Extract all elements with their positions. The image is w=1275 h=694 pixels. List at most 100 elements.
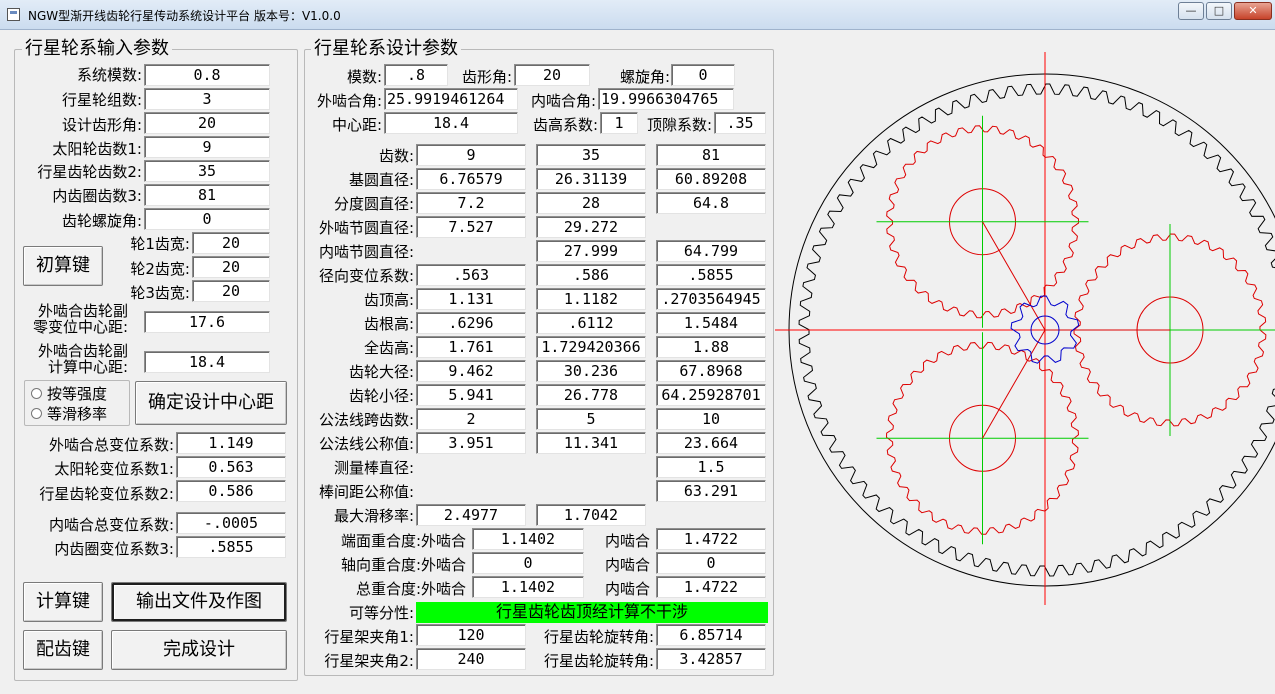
row-value-gear2[interactable]: .6112 bbox=[536, 312, 646, 334]
angle-input[interactable]: 20 bbox=[144, 112, 270, 134]
row-value-gear3[interactable]: 1.88 bbox=[656, 336, 766, 358]
row-value-gear1[interactable]: 1.131 bbox=[416, 288, 526, 310]
init-calc-button[interactable]: 初算键 bbox=[23, 246, 103, 286]
row-value-gear2[interactable]: 26.31139 bbox=[536, 168, 646, 190]
sun-shift-input[interactable]: 0.563 bbox=[176, 456, 286, 478]
contact-ext-label: 总重合度:外啮合 bbox=[355, 580, 466, 598]
zero-cd-label: 外啮合齿轮副 零变位中心距: bbox=[32, 302, 128, 336]
row-value-gear3[interactable]: .2703564945 bbox=[656, 288, 766, 310]
carrier1-field[interactable]: 120 bbox=[416, 624, 526, 646]
row-value-gear3[interactable]: 64.799 bbox=[656, 240, 766, 262]
contact-int-field[interactable]: 1.4722 bbox=[656, 528, 766, 550]
match-teeth-button[interactable]: 配齿键 bbox=[23, 630, 103, 670]
row-value-gear2[interactable]: 28 bbox=[536, 192, 646, 214]
finish-design-button[interactable]: 完成设计 bbox=[111, 630, 287, 670]
z1-input[interactable]: 9 bbox=[144, 136, 270, 158]
calc-cd-input[interactable]: 18.4 bbox=[144, 351, 270, 373]
calc-cd-label: 外啮合齿轮副 计算中心距: bbox=[37, 342, 128, 376]
row-value-gear2[interactable]: 5 bbox=[536, 408, 646, 430]
w1-input[interactable]: 20 bbox=[192, 232, 270, 254]
groups-input[interactable]: 3 bbox=[144, 88, 270, 110]
cd-field[interactable]: 18.4 bbox=[384, 112, 518, 134]
row-value-gear2[interactable]: 29.272 bbox=[536, 216, 646, 238]
w2-label: 轮2齿宽: bbox=[130, 260, 190, 278]
minimize-icon[interactable]: — bbox=[1178, 2, 1204, 20]
row-label: 齿轮大径: bbox=[348, 363, 414, 381]
row-value-gear1[interactable]: 3.951 bbox=[416, 432, 526, 454]
ext-total-input[interactable]: 1.149 bbox=[176, 432, 286, 454]
row-value-gear3[interactable]: 60.89208 bbox=[656, 168, 766, 190]
row-value-gear1[interactable]: .563 bbox=[416, 264, 526, 286]
row-value-gear1[interactable]: 2.4977 bbox=[416, 504, 526, 526]
row-value-gear3[interactable]: 10 bbox=[656, 408, 766, 430]
clearance-field[interactable]: .35 bbox=[714, 112, 766, 134]
int-angle-field[interactable]: 19.9966304765 bbox=[598, 88, 734, 110]
contact-ext-field[interactable]: 0 bbox=[472, 552, 584, 574]
planet-shift-input[interactable]: 0.586 bbox=[176, 480, 286, 502]
row-value-gear2[interactable]: 27.999 bbox=[536, 240, 646, 262]
maximize-icon[interactable]: □ bbox=[1206, 2, 1232, 20]
row-value-gear2[interactable]: 11.341 bbox=[536, 432, 646, 454]
calculate-button[interactable]: 计算键 bbox=[23, 582, 103, 622]
row-value-gear1[interactable]: .6296 bbox=[416, 312, 526, 334]
w3-input[interactable]: 20 bbox=[192, 280, 270, 302]
contact-int-field[interactable]: 0 bbox=[656, 552, 766, 574]
radio-equal-strength[interactable]: 按等强度 bbox=[31, 385, 107, 403]
row-label: 公法线跨齿数: bbox=[318, 411, 414, 429]
row-value-gear1[interactable]: 5.941 bbox=[416, 384, 526, 406]
ring-shift-input[interactable]: .5855 bbox=[176, 536, 286, 558]
row-value-gear1[interactable]: 9 bbox=[416, 144, 526, 166]
radio-equal-sliding[interactable]: 等滑移率 bbox=[31, 405, 107, 423]
feasibility-label: 可等分性: bbox=[348, 604, 414, 622]
helix-input[interactable]: 0 bbox=[144, 208, 270, 230]
contact-int-field[interactable]: 1.4722 bbox=[656, 576, 766, 598]
row-value-gear1[interactable]: 7.527 bbox=[416, 216, 526, 238]
row-value-gear3[interactable]: 81 bbox=[656, 144, 766, 166]
row-value-gear2[interactable]: 26.778 bbox=[536, 384, 646, 406]
row-value-gear2[interactable]: .586 bbox=[536, 264, 646, 286]
rot1-label: 行星齿轮旋转角: bbox=[543, 628, 654, 646]
row-value-gear2[interactable]: 30.236 bbox=[536, 360, 646, 382]
row-value-gear1[interactable]: 1.761 bbox=[416, 336, 526, 358]
output-file-plot-button[interactable]: 输出文件及作图 bbox=[111, 582, 287, 622]
close-icon[interactable]: ✕ bbox=[1234, 2, 1272, 20]
contact-ext-field[interactable]: 1.1402 bbox=[472, 528, 584, 550]
rot2-label: 行星齿轮旋转角: bbox=[543, 652, 654, 670]
groups-label: 行星轮组数: bbox=[61, 91, 142, 109]
row-value-gear1[interactable]: 7.2 bbox=[416, 192, 526, 214]
z3-input[interactable]: 81 bbox=[144, 184, 270, 206]
row-value-gear3[interactable]: 1.5 bbox=[656, 456, 766, 478]
rot2-field[interactable]: 3.42857 bbox=[656, 648, 766, 670]
row-value-gear1[interactable]: 6.76579 bbox=[416, 168, 526, 190]
row-value-gear3[interactable]: 1.5484 bbox=[656, 312, 766, 334]
row-value-gear2[interactable]: 1.729420366 bbox=[536, 336, 646, 358]
confirm-cd-button[interactable]: 确定设计中心距 bbox=[135, 381, 287, 425]
int-total-input[interactable]: -.0005 bbox=[176, 512, 286, 534]
row-value-gear1[interactable]: 2 bbox=[416, 408, 526, 430]
w2-input[interactable]: 20 bbox=[192, 256, 270, 278]
row-value-gear2[interactable]: 1.7042 bbox=[536, 504, 646, 526]
row-value-gear3[interactable]: 23.664 bbox=[656, 432, 766, 454]
zero-cd-input[interactable]: 17.6 bbox=[144, 311, 270, 333]
ext-angle-field[interactable]: 25.9919461264 bbox=[384, 88, 518, 110]
row-value-gear3[interactable]: 64.8 bbox=[656, 192, 766, 214]
row-value-gear1[interactable]: 9.462 bbox=[416, 360, 526, 382]
z2-input[interactable]: 35 bbox=[144, 160, 270, 182]
row-value-gear2[interactable]: 1.1182 bbox=[536, 288, 646, 310]
addendum-coef-field[interactable]: 1 bbox=[600, 112, 638, 134]
modulus-input[interactable]: 0.8 bbox=[144, 64, 270, 86]
row-value-gear3[interactable]: .5855 bbox=[656, 264, 766, 286]
row-value-gear3[interactable]: 63.291 bbox=[656, 480, 766, 502]
helix-d-field[interactable]: 0 bbox=[671, 64, 735, 86]
pa-field[interactable]: 20 bbox=[514, 64, 590, 86]
rot1-field[interactable]: 6.85714 bbox=[656, 624, 766, 646]
row-value-gear2[interactable]: 35 bbox=[536, 144, 646, 166]
row-value-gear3[interactable]: 67.8968 bbox=[656, 360, 766, 382]
mod-field[interactable]: .8 bbox=[384, 64, 448, 86]
carrier2-field[interactable]: 240 bbox=[416, 648, 526, 670]
row-label: 棒间距公称值: bbox=[318, 483, 414, 501]
row-label: 外啮节圆直径: bbox=[318, 219, 414, 237]
contact-ext-field[interactable]: 1.1402 bbox=[472, 576, 584, 598]
row-value-gear3[interactable]: 64.25928701 bbox=[656, 384, 766, 406]
carrier1-label: 行星架夹角1: bbox=[324, 628, 414, 646]
